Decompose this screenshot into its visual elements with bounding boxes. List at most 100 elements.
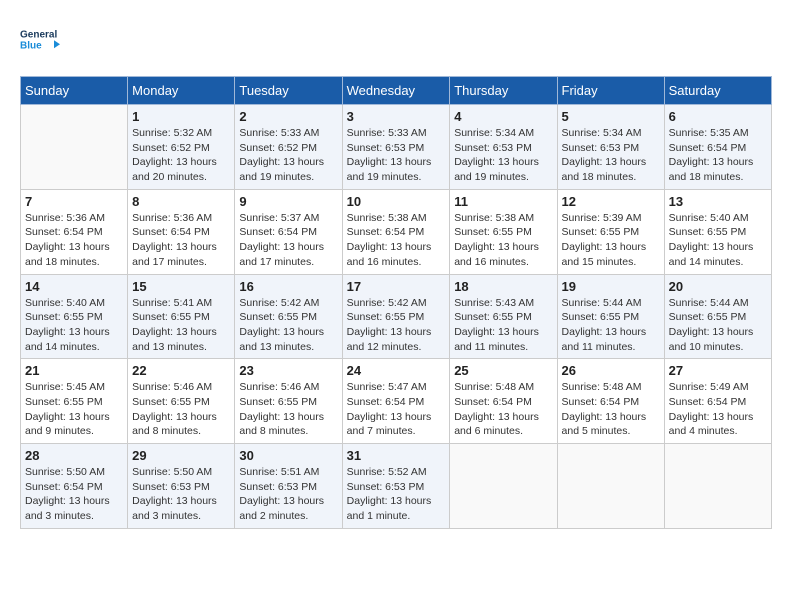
calendar-cell: 23 Sunrise: 5:46 AMSunset: 6:55 PMDayligh… (235, 359, 342, 444)
day-number: 24 (347, 363, 446, 378)
calendar-cell: 20 Sunrise: 5:44 AMSunset: 6:55 PMDayligh… (664, 274, 771, 359)
week-row-5: 28 Sunrise: 5:50 AMSunset: 6:54 PMDayligh… (21, 444, 772, 529)
calendar-cell: 14Sunrise: 5:40 AMSunset: 6:55 PMDayligh… (21, 274, 128, 359)
day-number: 12 (562, 194, 660, 209)
day-info: Sunrise: 5:52 AMSunset: 6:53 PMDaylight:… (347, 465, 446, 524)
day-number: 29 (132, 448, 230, 463)
calendar-cell: 21 Sunrise: 5:45 AMSunset: 6:55 PMDayligh… (21, 359, 128, 444)
day-info: Sunrise: 5:40 AMSunset: 6:55 PMDaylight:… (25, 296, 123, 355)
day-info: Sunrise: 5:42 AMSunset: 6:55 PMDaylight:… (347, 296, 446, 355)
calendar-cell: 30 Sunrise: 5:51 AMSunset: 6:53 PMDayligh… (235, 444, 342, 529)
weekday-header-saturday: Saturday (664, 77, 771, 105)
day-info: Sunrise: 5:50 AMSunset: 6:54 PMDaylight:… (25, 465, 123, 524)
day-info: Sunrise: 5:32 AMSunset: 6:52 PMDaylight:… (132, 126, 230, 185)
day-info: Sunrise: 5:33 AMSunset: 6:53 PMDaylight:… (347, 126, 446, 185)
calendar-cell: 2 Sunrise: 5:33 AMSunset: 6:52 PMDaylight… (235, 105, 342, 190)
day-info: Sunrise: 5:44 AMSunset: 6:55 PMDaylight:… (562, 296, 660, 355)
day-info: Sunrise: 5:42 AMSunset: 6:55 PMDaylight:… (239, 296, 337, 355)
day-number: 5 (562, 109, 660, 124)
day-number: 16 (239, 279, 337, 294)
day-info: Sunrise: 5:40 AMSunset: 6:55 PMDaylight:… (669, 211, 767, 270)
weekday-header-friday: Friday (557, 77, 664, 105)
svg-text:Blue: Blue (20, 40, 42, 51)
weekday-header-tuesday: Tuesday (235, 77, 342, 105)
calendar-cell: 25 Sunrise: 5:48 AMSunset: 6:54 PMDayligh… (450, 359, 557, 444)
day-number: 18 (454, 279, 552, 294)
day-info: Sunrise: 5:33 AMSunset: 6:52 PMDaylight:… (239, 126, 337, 185)
day-info: Sunrise: 5:35 AMSunset: 6:54 PMDaylight:… (669, 126, 767, 185)
day-number: 7 (25, 194, 123, 209)
week-row-2: 7 Sunrise: 5:36 AMSunset: 6:54 PMDaylight… (21, 189, 772, 274)
day-info: Sunrise: 5:36 AMSunset: 6:54 PMDaylight:… (25, 211, 123, 270)
calendar-cell: 26Sunrise: 5:48 AMSunset: 6:54 PMDayligh… (557, 359, 664, 444)
day-info: Sunrise: 5:36 AMSunset: 6:54 PMDaylight:… (132, 211, 230, 270)
calendar-cell: 15 Sunrise: 5:41 AMSunset: 6:55 PMDayligh… (128, 274, 235, 359)
day-number: 31 (347, 448, 446, 463)
weekday-header-wednesday: Wednesday (342, 77, 450, 105)
day-number: 22 (132, 363, 230, 378)
day-number: 23 (239, 363, 337, 378)
day-info: Sunrise: 5:37 AMSunset: 6:54 PMDaylight:… (239, 211, 337, 270)
calendar-cell (557, 444, 664, 529)
day-info: Sunrise: 5:38 AMSunset: 6:55 PMDaylight:… (454, 211, 552, 270)
day-number: 6 (669, 109, 767, 124)
calendar-cell: 3 Sunrise: 5:33 AMSunset: 6:53 PMDaylight… (342, 105, 450, 190)
day-number: 28 (25, 448, 123, 463)
calendar-cell (21, 105, 128, 190)
calendar-cell: 22 Sunrise: 5:46 AMSunset: 6:55 PMDayligh… (128, 359, 235, 444)
logo: General Blue (20, 20, 60, 60)
week-row-3: 14Sunrise: 5:40 AMSunset: 6:55 PMDayligh… (21, 274, 772, 359)
calendar-cell: 27 Sunrise: 5:49 AMSunset: 6:54 PMDayligh… (664, 359, 771, 444)
calendar-cell: 5Sunrise: 5:34 AMSunset: 6:53 PMDaylight… (557, 105, 664, 190)
week-row-1: 1 Sunrise: 5:32 AMSunset: 6:52 PMDaylight… (21, 105, 772, 190)
calendar-cell: 7 Sunrise: 5:36 AMSunset: 6:54 PMDaylight… (21, 189, 128, 274)
day-info: Sunrise: 5:48 AMSunset: 6:54 PMDaylight:… (454, 380, 552, 439)
day-info: Sunrise: 5:45 AMSunset: 6:55 PMDaylight:… (25, 380, 123, 439)
calendar-cell: 9 Sunrise: 5:37 AMSunset: 6:54 PMDaylight… (235, 189, 342, 274)
calendar-cell: 31 Sunrise: 5:52 AMSunset: 6:53 PMDayligh… (342, 444, 450, 529)
day-info: Sunrise: 5:46 AMSunset: 6:55 PMDaylight:… (239, 380, 337, 439)
calendar-cell: 16 Sunrise: 5:42 AMSunset: 6:55 PMDayligh… (235, 274, 342, 359)
day-info: Sunrise: 5:43 AMSunset: 6:55 PMDaylight:… (454, 296, 552, 355)
day-info: Sunrise: 5:34 AMSunset: 6:53 PMDaylight:… (454, 126, 552, 185)
calendar-cell: 4 Sunrise: 5:34 AMSunset: 6:53 PMDaylight… (450, 105, 557, 190)
calendar-cell: 11Sunrise: 5:38 AMSunset: 6:55 PMDayligh… (450, 189, 557, 274)
calendar-cell (450, 444, 557, 529)
calendar-cell: 17 Sunrise: 5:42 AMSunset: 6:55 PMDayligh… (342, 274, 450, 359)
logo-icon: General Blue (20, 20, 60, 60)
day-number: 10 (347, 194, 446, 209)
day-number: 19 (562, 279, 660, 294)
day-info: Sunrise: 5:51 AMSunset: 6:53 PMDaylight:… (239, 465, 337, 524)
day-number: 8 (132, 194, 230, 209)
calendar-cell: 8 Sunrise: 5:36 AMSunset: 6:54 PMDaylight… (128, 189, 235, 274)
weekday-header-row: SundayMondayTuesdayWednesdayThursdayFrid… (21, 77, 772, 105)
day-info: Sunrise: 5:38 AMSunset: 6:54 PMDaylight:… (347, 211, 446, 270)
day-number: 25 (454, 363, 552, 378)
day-number: 4 (454, 109, 552, 124)
day-number: 15 (132, 279, 230, 294)
day-number: 9 (239, 194, 337, 209)
day-number: 2 (239, 109, 337, 124)
day-info: Sunrise: 5:50 AMSunset: 6:53 PMDaylight:… (132, 465, 230, 524)
day-number: 1 (132, 109, 230, 124)
day-number: 17 (347, 279, 446, 294)
day-info: Sunrise: 5:46 AMSunset: 6:55 PMDaylight:… (132, 380, 230, 439)
calendar-cell (664, 444, 771, 529)
day-info: Sunrise: 5:49 AMSunset: 6:54 PMDaylight:… (669, 380, 767, 439)
weekday-header-monday: Monday (128, 77, 235, 105)
day-info: Sunrise: 5:39 AMSunset: 6:55 PMDaylight:… (562, 211, 660, 270)
page-header: General Blue (20, 20, 772, 60)
calendar-table: SundayMondayTuesdayWednesdayThursdayFrid… (20, 76, 772, 529)
day-number: 26 (562, 363, 660, 378)
day-number: 27 (669, 363, 767, 378)
day-number: 21 (25, 363, 123, 378)
day-number: 3 (347, 109, 446, 124)
day-number: 20 (669, 279, 767, 294)
day-number: 30 (239, 448, 337, 463)
svg-text:General: General (20, 29, 57, 40)
calendar-cell: 19 Sunrise: 5:44 AMSunset: 6:55 PMDayligh… (557, 274, 664, 359)
weekday-header-thursday: Thursday (450, 77, 557, 105)
day-info: Sunrise: 5:41 AMSunset: 6:55 PMDaylight:… (132, 296, 230, 355)
day-info: Sunrise: 5:44 AMSunset: 6:55 PMDaylight:… (669, 296, 767, 355)
calendar-cell: 13Sunrise: 5:40 AMSunset: 6:55 PMDayligh… (664, 189, 771, 274)
